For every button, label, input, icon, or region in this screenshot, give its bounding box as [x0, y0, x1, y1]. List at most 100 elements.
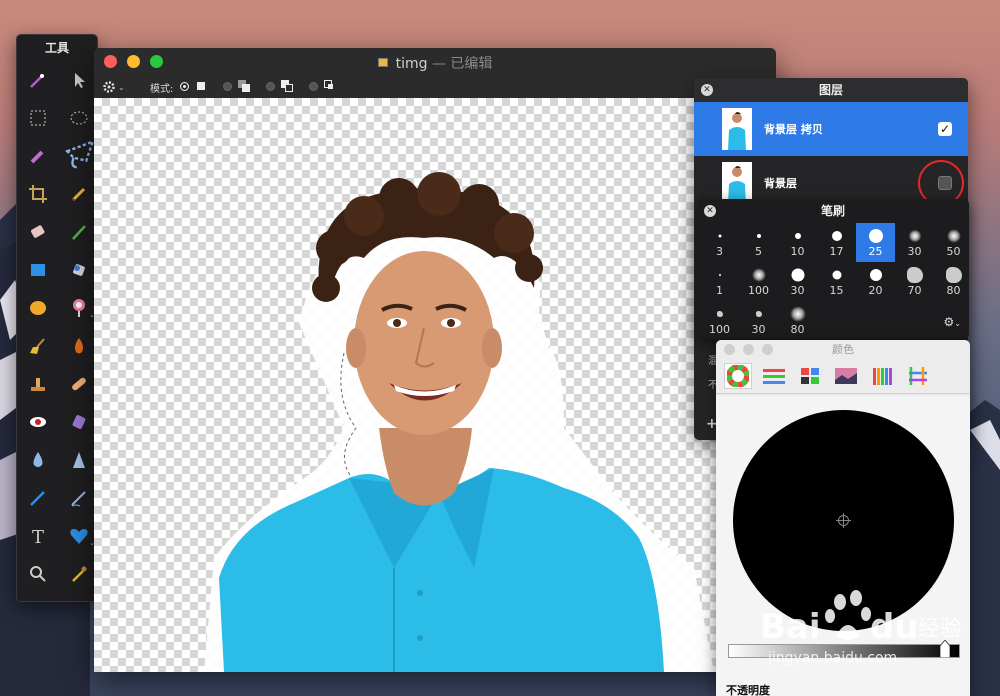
palettes-icon — [801, 368, 819, 384]
brush-preset[interactable]: 10 — [778, 223, 817, 262]
tool-ellipse-select[interactable] — [58, 99, 99, 137]
tool-fill-bucket[interactable] — [58, 251, 99, 289]
brush-preset[interactable]: 17 — [817, 223, 856, 262]
tool-lasso[interactable] — [58, 137, 99, 175]
brush-preset[interactable]: 80 — [778, 301, 817, 339]
brush-tip-preview — [945, 267, 962, 283]
window-minimize-button[interactable] — [743, 344, 754, 355]
crosshair-icon — [836, 513, 851, 528]
title-bar[interactable]: timg — 已编辑 — [94, 48, 776, 76]
window-zoom-button[interactable] — [762, 344, 773, 355]
selection-mode-group — [180, 80, 336, 92]
brush-preset[interactable]: 70 — [895, 262, 934, 301]
mode-intersect-icon — [324, 80, 336, 92]
brush-tip-preview — [716, 311, 723, 317]
brush-preset[interactable]: 5 — [739, 223, 778, 262]
brush-tip-preview — [831, 231, 842, 241]
tool-crop[interactable] — [17, 175, 58, 213]
tab-color-sliders[interactable] — [760, 363, 788, 389]
tool-smudge[interactable] — [58, 479, 99, 517]
close-icon[interactable]: ✕ — [704, 205, 716, 217]
baidu-watermark: Bai du 经验 jingyan.baidu.com — [758, 586, 978, 682]
tool-zoom[interactable] — [17, 555, 58, 593]
tool-blur[interactable] — [17, 441, 58, 479]
tab-image-palettes[interactable] — [832, 363, 860, 389]
tool-pen[interactable] — [17, 479, 58, 517]
window-close-button[interactable] — [724, 344, 735, 355]
tool-quick-select[interactable] — [17, 137, 58, 175]
mode-add-radio[interactable] — [223, 81, 232, 91]
tool-heart-shape[interactable]: ⌄ — [58, 517, 99, 555]
brush-preset[interactable]: 20 — [856, 262, 895, 301]
tab-crayons[interactable] — [868, 363, 896, 389]
mode-intersect-radio[interactable] — [309, 81, 318, 91]
brush-size-label: 100 — [709, 323, 730, 336]
brush-size-label: 30 — [751, 323, 766, 336]
brushes-panel-header[interactable]: ✕ 笔刷 — [697, 199, 969, 223]
brushes-panel-title: 笔刷 — [820, 204, 845, 218]
brush-size-label: 5 — [755, 245, 762, 258]
brush-preset[interactable]: 3 — [700, 223, 739, 262]
baidu-logo: Bai du 经验 — [760, 590, 962, 647]
tab-color-wheel[interactable] — [724, 363, 752, 389]
mode-subtract-radio[interactable] — [266, 81, 275, 91]
colors-title-bar[interactable]: 颜色 — [716, 340, 970, 360]
brush-tip-preview — [906, 267, 923, 283]
brush-preset[interactable]: 15 — [817, 262, 856, 301]
mode-new-radio[interactable] — [180, 81, 189, 91]
tool-rectangle-shape[interactable] — [17, 251, 58, 289]
tool-burn[interactable] — [58, 327, 99, 365]
layer-row-background-copy[interactable]: 背景层 拷贝 ✓ — [694, 102, 968, 156]
blur-drop-icon — [33, 452, 42, 467]
heart-shape-icon — [69, 529, 88, 544]
brush-preset[interactable]: 100 — [700, 301, 739, 339]
brush-preset[interactable]: 80 — [934, 262, 969, 301]
tool-lollipop[interactable]: ⌄ — [58, 289, 99, 327]
close-icon[interactable]: ✕ — [701, 84, 713, 96]
tools-palette-title: 工具 — [44, 41, 69, 55]
options-bar: ⌄ 模式: — [94, 76, 776, 98]
tool-ellipse-shape[interactable] — [17, 289, 58, 327]
brush-options-gear-icon[interactable]: ⚙⌄ — [944, 315, 961, 329]
tool-red-eye[interactable] — [17, 403, 58, 441]
brush-preset[interactable]: 100 — [739, 262, 778, 301]
tool-bandage[interactable] — [58, 365, 99, 403]
brush-tip-preview — [756, 234, 761, 238]
tool-rect-select[interactable] — [17, 99, 58, 137]
fill-bucket-icon — [72, 264, 85, 276]
tool-brush[interactable] — [58, 213, 99, 251]
gear-icon — [103, 81, 115, 93]
sliders-icon — [763, 369, 785, 384]
brush-preset[interactable]: 25 — [856, 223, 895, 262]
tab-color-palettes[interactable] — [796, 363, 824, 389]
watermark-url: jingyan.baidu.com — [768, 650, 898, 666]
brush-preset[interactable]: 1 — [700, 262, 739, 301]
tool-eyedropper[interactable] — [58, 555, 99, 593]
options-gear-button[interactable]: ⌄ — [102, 79, 128, 95]
mode-label: 模式: — [150, 84, 174, 95]
tool-arrow-select[interactable] — [58, 61, 99, 99]
sharpen-icon — [72, 452, 85, 468]
tool-broom[interactable] — [17, 327, 58, 365]
tool-text[interactable]: T — [17, 517, 58, 555]
layer-visibility-checkbox[interactable]: ✓ — [938, 122, 952, 136]
brush-preset[interactable]: 30 — [739, 301, 778, 339]
brush-preset[interactable]: 30 — [895, 223, 934, 262]
tool-clone-stamp[interactable] — [17, 365, 58, 403]
tool-pencil[interactable] — [58, 175, 99, 213]
tool-magic-wand[interactable] — [17, 61, 58, 99]
mode-new-icon — [195, 80, 207, 92]
brush-size-label: 17 — [829, 245, 844, 258]
image-canvas[interactable] — [94, 98, 776, 672]
crayons-icon — [873, 368, 892, 385]
layers-panel-header[interactable]: ✕ 图层 — [694, 78, 968, 102]
ellipse-select-icon — [70, 111, 87, 125]
brush-preset[interactable]: 50 — [934, 223, 969, 262]
tool-sharpen[interactable] — [58, 441, 99, 479]
tool-eraser[interactable] — [17, 213, 58, 251]
tab-pencils[interactable] — [904, 363, 932, 389]
window-title: timg — 已编辑 — [94, 53, 776, 73]
tool-eraser-3d[interactable] — [58, 403, 99, 441]
rectangle-shape-icon — [30, 264, 45, 276]
brush-preset[interactable]: 30 — [778, 262, 817, 301]
